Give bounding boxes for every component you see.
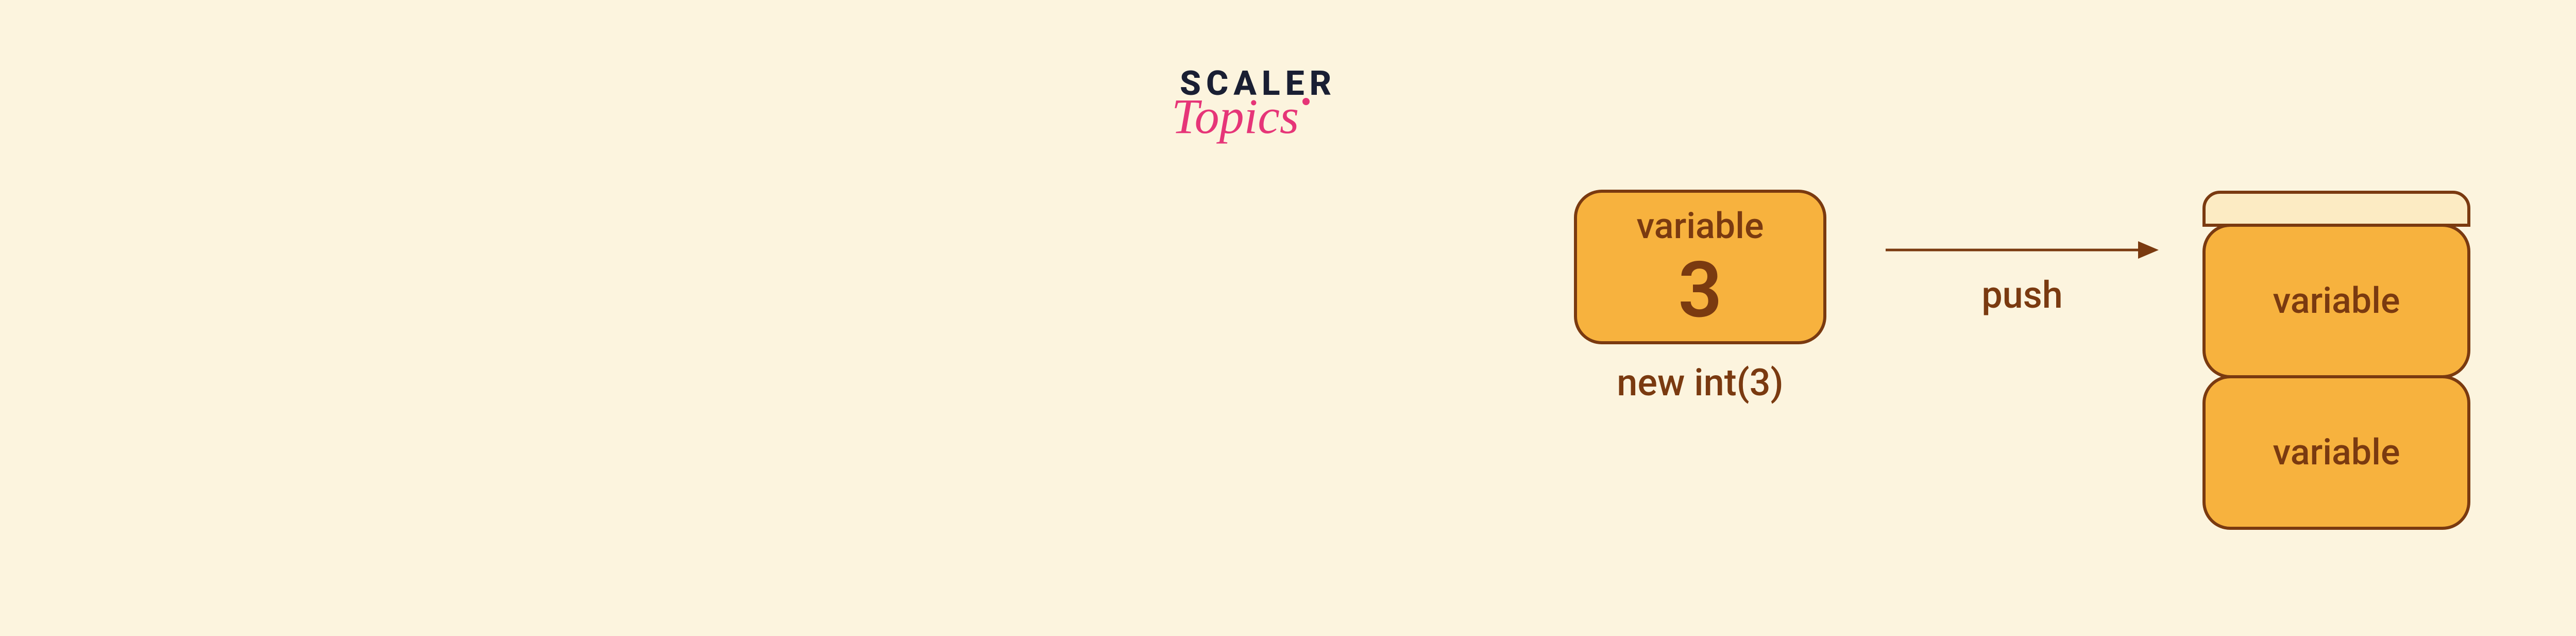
stack-container: variable variable [2202,191,2470,530]
new-box-caption: new int(3) [1574,361,1826,405]
new-variable-box: variable 3 [1574,190,1826,344]
new-variable-value: 3 [1678,252,1722,329]
logo-dot-icon [1302,98,1310,105]
stack-item: variable [2202,224,2470,378]
stack-item: variable [2202,375,2470,530]
stack-top-slot [2202,191,2470,227]
arrow-icon [1886,237,2159,263]
logo-text-top: SCALER [1180,67,1336,101]
push-arrow [1886,237,2159,263]
arrow-label: push [1886,273,2159,317]
brand-logo: SCALER Topics [1180,67,1336,137]
new-variable-label: variable [1637,205,1764,247]
